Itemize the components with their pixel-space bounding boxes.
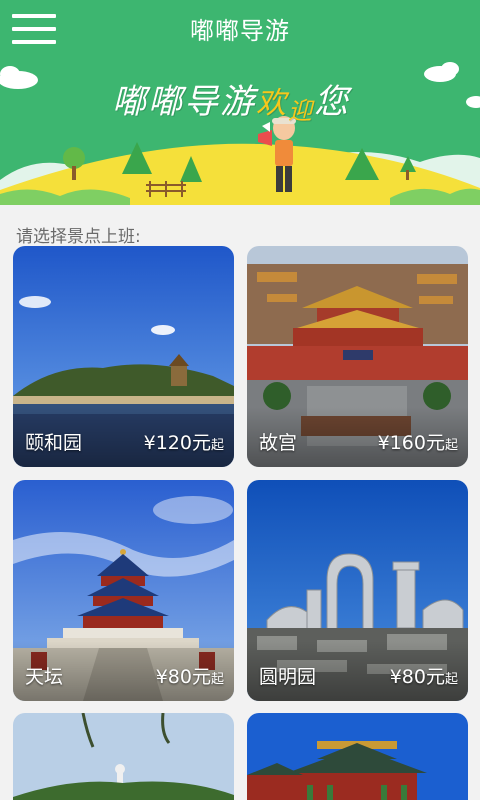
spot-card-yiheyuan[interactable]: 颐和园 ¥120元起 [13,246,234,467]
banner-slogan: 嘟嘟导游欢迎您 [112,74,350,125]
spot-price: ¥80元起 [155,666,224,688]
spot-name: 颐和园 [25,432,83,454]
spot-price: ¥80元起 [389,666,458,688]
spot-card-partial-2[interactable] [247,713,468,800]
app-bar: 嘟嘟导游 [0,0,480,62]
app-title: 嘟嘟导游 [190,17,290,45]
slogan-main: 嘟嘟导游 [112,82,256,122]
slogan-accent-2: 迎 [288,97,314,125]
spot-price: ¥160元起 [377,432,458,454]
spot-name: 天坛 [25,666,64,688]
section-label: 请选择景点上班: [16,227,141,247]
spot-card-gugong[interactable]: 故宫 ¥160元起 [247,246,468,467]
spot-card-tiantan[interactable]: 天坛 ¥80元起 [13,480,234,701]
spot-price: ¥120元起 [143,432,224,454]
spot-photo [13,713,234,800]
spot-name: 故宫 [259,432,298,454]
spot-card-yuanmingyuan[interactable]: 圆明园 ¥80元起 [247,480,468,701]
spot-card-partial-1[interactable] [13,713,234,800]
slogan-accent-1: 欢 [256,86,288,121]
spot-name: 圆明园 [259,666,317,688]
spot-photo [247,713,468,800]
welcome-banner: 嘟嘟导游欢迎您 [0,62,480,205]
slogan-accent-3: 您 [314,82,350,122]
